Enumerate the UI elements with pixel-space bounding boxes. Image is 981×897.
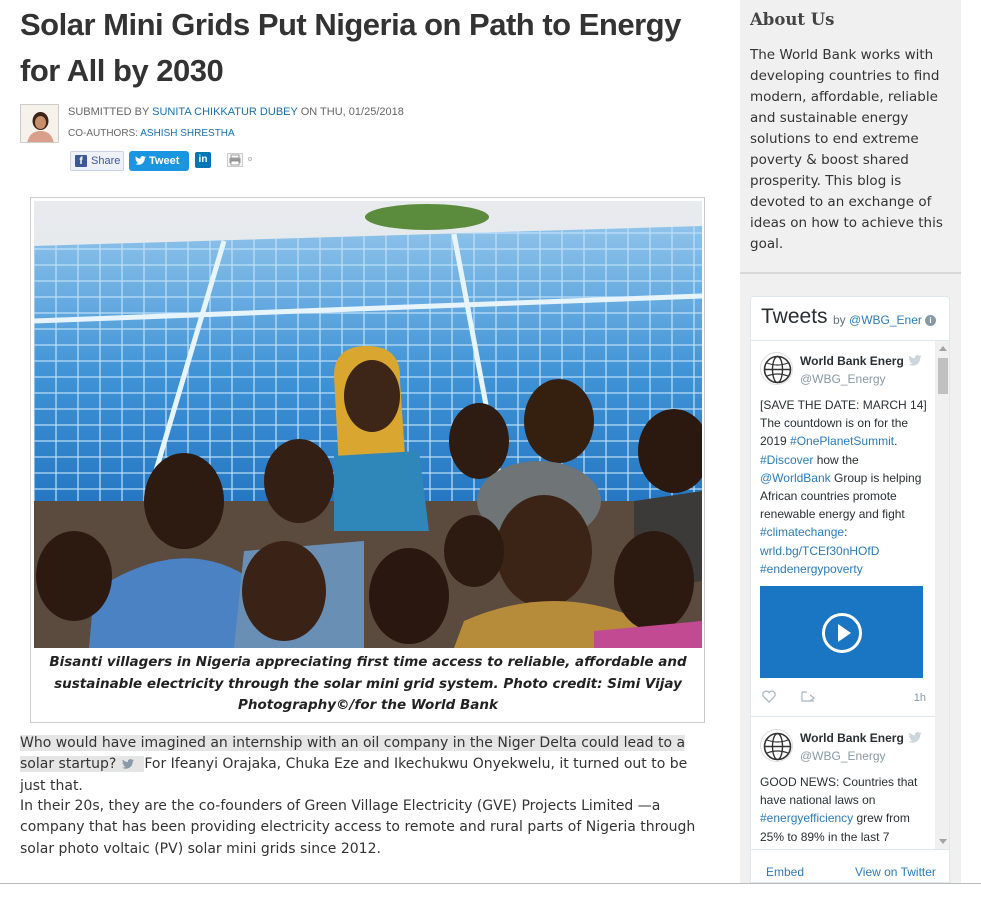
scroll-up-arrow[interactable] — [939, 346, 947, 351]
photo-caption: Bisanti villagers in Nigeria appreciatin… — [49, 654, 687, 713]
twitter-widget-header: Tweets by @WBG_Ener i — [751, 297, 949, 341]
info-icon[interactable]: i — [925, 315, 936, 326]
tweet-link[interactable]: #climatechange — [760, 525, 844, 539]
tweet-item[interactable]: World Bank Energ @WBG_Energy GOOD NEWS: … — [751, 718, 935, 849]
share-toolbar: f Share Tweet in — [70, 151, 470, 171]
article-photo — [34, 201, 702, 648]
tweet-timestamp[interactable]: 1h — [914, 692, 926, 704]
tweet-text-run: : — [844, 525, 848, 540]
article-figure: Bisanti villagers in Nigeria appreciatin… — [30, 197, 705, 723]
tweet-text-run: GOOD NEWS: Countries that have national … — [760, 775, 918, 808]
tweet-author-handle[interactable]: @WBG_Energy — [800, 372, 886, 386]
linkedin-icon: in — [198, 154, 208, 165]
coauthors-label: CO-AUTHORS: — [68, 128, 138, 139]
tweet-author-name[interactable]: World Bank Energ — [800, 354, 910, 368]
tweet-text-run: . — [894, 434, 898, 449]
tweet-list-scrollbar[interactable] — [935, 341, 949, 849]
scroll-thumb[interactable] — [938, 358, 948, 394]
tweet-item[interactable]: World Bank Energ @WBG_Energy [SAVE THE D… — [751, 341, 935, 717]
sidebar: About Us The World Bank works with devel… — [740, 0, 961, 883]
tweets-heading: Tweets — [761, 305, 828, 328]
account-link[interactable]: @WBG_Ener — [849, 313, 922, 327]
heart-icon[interactable] — [762, 690, 776, 703]
tweet-video-card[interactable] — [760, 586, 923, 678]
twitter-widget-footer: Embed View on Twitter — [751, 849, 949, 882]
tweet-label: Tweet — [149, 155, 180, 167]
facebook-icon: f — [75, 155, 87, 167]
wbg-logo-avatar[interactable] — [760, 729, 793, 762]
tweet-author-name[interactable]: World Bank Energ — [800, 731, 910, 745]
about-text: The World Bank works with developing cou… — [750, 47, 943, 252]
author-avatar[interactable] — [20, 104, 59, 143]
article-paragraph-2: In their 20s, they are the co-founders o… — [20, 798, 696, 857]
facebook-share-label: Share — [91, 155, 121, 167]
submitted-label: SUBMITTED BY — [68, 106, 150, 118]
twitter-timeline-widget: Tweets by @WBG_Ener i World Bank Energ @… — [750, 296, 950, 883]
tweet-text: GOOD NEWS: Countries that have national … — [760, 773, 930, 846]
page-title: Solar Mini Grids Put Nigeria on Path to … — [20, 7, 681, 88]
tweet-actions: 1h — [760, 690, 930, 706]
printer-icon[interactable] — [227, 153, 243, 167]
author-link[interactable]: SUNITA CHIKKATUR DUBEY — [152, 106, 297, 118]
twitter-bird-icon[interactable] — [908, 732, 922, 743]
wbg-logo-avatar[interactable] — [760, 352, 793, 385]
tweet-link[interactable]: wrld.bg/TCEf30nHOfD — [760, 544, 879, 558]
more-share-icon[interactable] — [248, 157, 252, 161]
page-divider — [0, 883, 981, 884]
about-title: About Us — [750, 10, 835, 29]
tweet-link[interactable]: #OnePlanetSummit — [790, 434, 894, 448]
tweet-text-run: how the — [813, 452, 859, 467]
tweet-link[interactable]: @WorldBank — [760, 471, 831, 485]
article-paragraph-1: Who would have imagined an internship wi… — [20, 733, 710, 797]
facebook-share-button[interactable]: f Share — [70, 151, 124, 171]
tweet-button[interactable]: Tweet — [129, 151, 189, 171]
submitted-by: SUBMITTED BY SUNITA CHIKKATUR DUBEY ON T… — [68, 106, 404, 118]
article-column: Solar Mini Grids Put Nigeria on Path to … — [0, 0, 730, 897]
sidebar-divider — [740, 272, 961, 274]
coauthor-link[interactable]: ASHISH SHRESTHA — [140, 128, 234, 139]
tweets-by: by @WBG_Ener — [833, 313, 922, 327]
play-icon[interactable] — [822, 613, 862, 653]
coauthors: CO-AUTHORS: ASHISH SHRESTHA — [68, 128, 235, 139]
by-label: by — [833, 313, 846, 327]
byline: SUBMITTED BY SUNITA CHIKKATUR DUBEY ON T… — [20, 104, 620, 144]
tweet-author-handle[interactable]: @WBG_Energy — [800, 749, 886, 763]
tweet-link[interactable]: #energyefficiency — [760, 811, 853, 825]
linkedin-share-button[interactable]: in — [195, 152, 211, 168]
tweet-quote-icon[interactable] — [122, 759, 135, 770]
twitter-bird-icon — [135, 156, 146, 165]
embed-link[interactable]: Embed — [766, 865, 804, 879]
tweet-list[interactable]: World Bank Energ @WBG_Energy [SAVE THE D… — [751, 341, 949, 849]
share-icon[interactable] — [801, 690, 817, 703]
tweet-link[interactable]: #endenergypoverty — [760, 562, 863, 576]
tweet-link[interactable]: #Discover — [760, 453, 813, 467]
scroll-down-arrow[interactable] — [939, 839, 947, 844]
publish-date: 01/25/2018 — [348, 106, 404, 118]
tweet-text: [SAVE THE DATE: MARCH 14] The countdown … — [760, 396, 930, 578]
view-on-twitter-link[interactable]: View on Twitter — [855, 865, 936, 879]
date-prefix: ON THU, — [300, 106, 346, 118]
twitter-bird-icon[interactable] — [908, 355, 922, 366]
